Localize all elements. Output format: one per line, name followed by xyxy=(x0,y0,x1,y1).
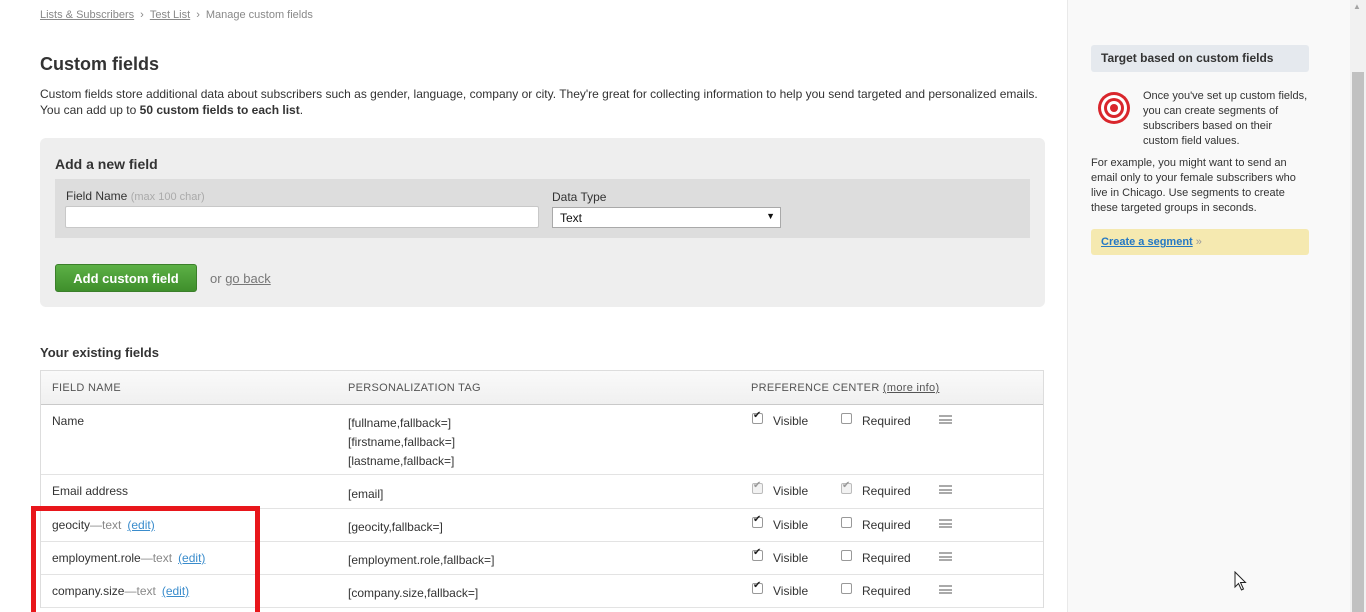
visible-label: Visible xyxy=(773,518,809,532)
intro-limit: 50 custom fields to each list xyxy=(139,103,300,117)
required-label: Required xyxy=(862,584,911,598)
required-checkbox[interactable] xyxy=(841,517,852,528)
visible-label: Visible xyxy=(773,551,809,565)
drag-handle-icon[interactable] xyxy=(939,519,952,528)
personalization-tag-cell: [company.size,fallback=] xyxy=(348,584,478,603)
intro-text: Custom fields store additional data abou… xyxy=(40,86,1045,118)
field-name: Name xyxy=(52,414,85,428)
go-back-container: or go back xyxy=(210,271,271,286)
field-name: Email address xyxy=(52,484,129,498)
add-field-row: Field Name (max 100 char) Data Type Text… xyxy=(55,179,1030,238)
required-label: Required xyxy=(862,484,911,498)
sidebar-text-1: Once you've set up custom fields, you ca… xyxy=(1143,90,1308,147)
add-field-title: Add a new field xyxy=(55,156,158,172)
page-title: Custom fields xyxy=(40,54,160,74)
table-header: FIELD NAME PERSONALIZATION TAG PREFERENC… xyxy=(41,371,1043,405)
required-checkbox[interactable] xyxy=(841,550,852,561)
existing-fields-title: Your existing fields xyxy=(40,345,159,360)
drag-handle-icon[interactable] xyxy=(939,552,952,561)
visible-checkbox[interactable] xyxy=(752,514,763,528)
breadcrumb-current: Manage custom fields xyxy=(205,9,313,21)
drag-handle-icon[interactable] xyxy=(939,415,952,424)
personalization-tag-cell: [email] xyxy=(348,485,383,504)
chevron-down-icon: ▼ xyxy=(766,211,775,221)
create-segment-cta: Create a segment » xyxy=(1091,229,1309,255)
field-name-cell: Name xyxy=(52,414,84,428)
or-text: or xyxy=(210,271,222,286)
page-scrollbar[interactable]: ▲ xyxy=(1350,0,1366,612)
column-header-preference-center: PREFERENCE CENTER (more info) xyxy=(751,382,939,394)
intro-line-2: You can add up to 50 custom fields to ea… xyxy=(40,102,1045,118)
add-custom-field-button[interactable]: Add custom field xyxy=(55,264,197,292)
breadcrumb-test-list[interactable]: Test List xyxy=(150,9,190,21)
table-row: Email address [email] Visible Required xyxy=(41,475,1043,509)
breadcrumb: Lists & Subscribers › Test List › Manage cus… xyxy=(40,9,313,21)
preference-center-label: PREFERENCE CENTER xyxy=(751,382,880,394)
field-name-input[interactable] xyxy=(65,206,539,228)
drag-handle-icon[interactable] xyxy=(939,585,952,594)
sidebar-text-2: For example, you might want to send an e… xyxy=(1091,157,1296,214)
personalization-tag: [firstname,fallback=] xyxy=(348,435,456,449)
personalization-tag: [email] xyxy=(348,487,384,501)
field-name-label-text: Field Name xyxy=(66,189,128,203)
required-label: Required xyxy=(862,518,911,532)
required-checkbox xyxy=(841,480,852,494)
visible-label: Visible xyxy=(773,414,809,428)
scroll-up-icon[interactable]: ▲ xyxy=(1353,2,1361,11)
visible-checkbox[interactable] xyxy=(752,410,763,424)
data-type-label: Data Type xyxy=(552,190,607,204)
intro-line-1: Custom fields store additional data abou… xyxy=(40,87,1038,101)
visible-label: Visible xyxy=(773,484,809,498)
personalization-tag: [company.size,fallback=] xyxy=(348,586,479,600)
personalization-tag: [geocity,fallback=] xyxy=(348,520,443,534)
visible-checkbox[interactable] xyxy=(752,580,763,594)
target-icon xyxy=(1098,92,1130,124)
breadcrumb-separator: › xyxy=(196,9,200,21)
personalization-tag: [fullname,fallback=] xyxy=(348,416,452,430)
intro-line-2-suffix: . xyxy=(299,103,304,117)
data-type-value: Text xyxy=(560,211,583,225)
add-field-panel: Add a new field Field Name (max 100 char… xyxy=(40,138,1045,307)
breadcrumb-lists-subscribers[interactable]: Lists & Subscribers xyxy=(40,9,134,21)
sidebar: Target based on custom fields Once you'v… xyxy=(1067,0,1351,612)
required-checkbox[interactable] xyxy=(841,583,852,594)
personalization-tag-cell: [employment.role,fallback=] xyxy=(348,551,494,570)
go-back-link[interactable]: go back xyxy=(225,271,271,286)
scrollbar-thumb[interactable] xyxy=(1352,72,1364,612)
sidebar-heading: Target based on custom fields xyxy=(1091,45,1309,72)
field-name-label: Field Name (max 100 char) xyxy=(66,189,205,203)
column-header-personalization-tag: PERSONALIZATION TAG xyxy=(348,382,481,394)
required-checkbox[interactable] xyxy=(841,413,852,424)
field-name-cell: Email address xyxy=(52,484,128,498)
more-info-link[interactable]: (more info) xyxy=(883,382,939,394)
personalization-tag-cell: [geocity,fallback=] xyxy=(348,518,443,537)
visible-checkbox[interactable] xyxy=(752,547,763,561)
required-label: Required xyxy=(862,414,911,428)
breadcrumb-separator: › xyxy=(140,9,144,21)
field-name-hint: (max 100 char) xyxy=(130,191,205,203)
column-header-field-name: FIELD NAME xyxy=(52,382,122,394)
personalization-tag: [lastname,fallback=] xyxy=(348,454,455,468)
create-segment-link[interactable]: Create a segment xyxy=(1101,236,1193,248)
personalization-tag: [employment.role,fallback=] xyxy=(348,553,495,567)
intro-line-2-prefix: You can add up to xyxy=(40,103,140,117)
personalization-tag-cell: [fullname,fallback=] [firstname,fallback… xyxy=(348,414,455,471)
drag-handle-icon[interactable] xyxy=(939,485,952,494)
data-type-select[interactable]: Text ▼ xyxy=(552,207,781,228)
table-row: Name [fullname,fallback=] [firstname,fal… xyxy=(41,405,1043,475)
visible-checkbox xyxy=(752,480,763,494)
cta-arrow: » xyxy=(1195,236,1202,248)
visible-label: Visible xyxy=(773,584,809,598)
highlight-box xyxy=(31,506,260,612)
required-label: Required xyxy=(862,551,911,565)
mouse-cursor-icon xyxy=(1234,571,1247,591)
